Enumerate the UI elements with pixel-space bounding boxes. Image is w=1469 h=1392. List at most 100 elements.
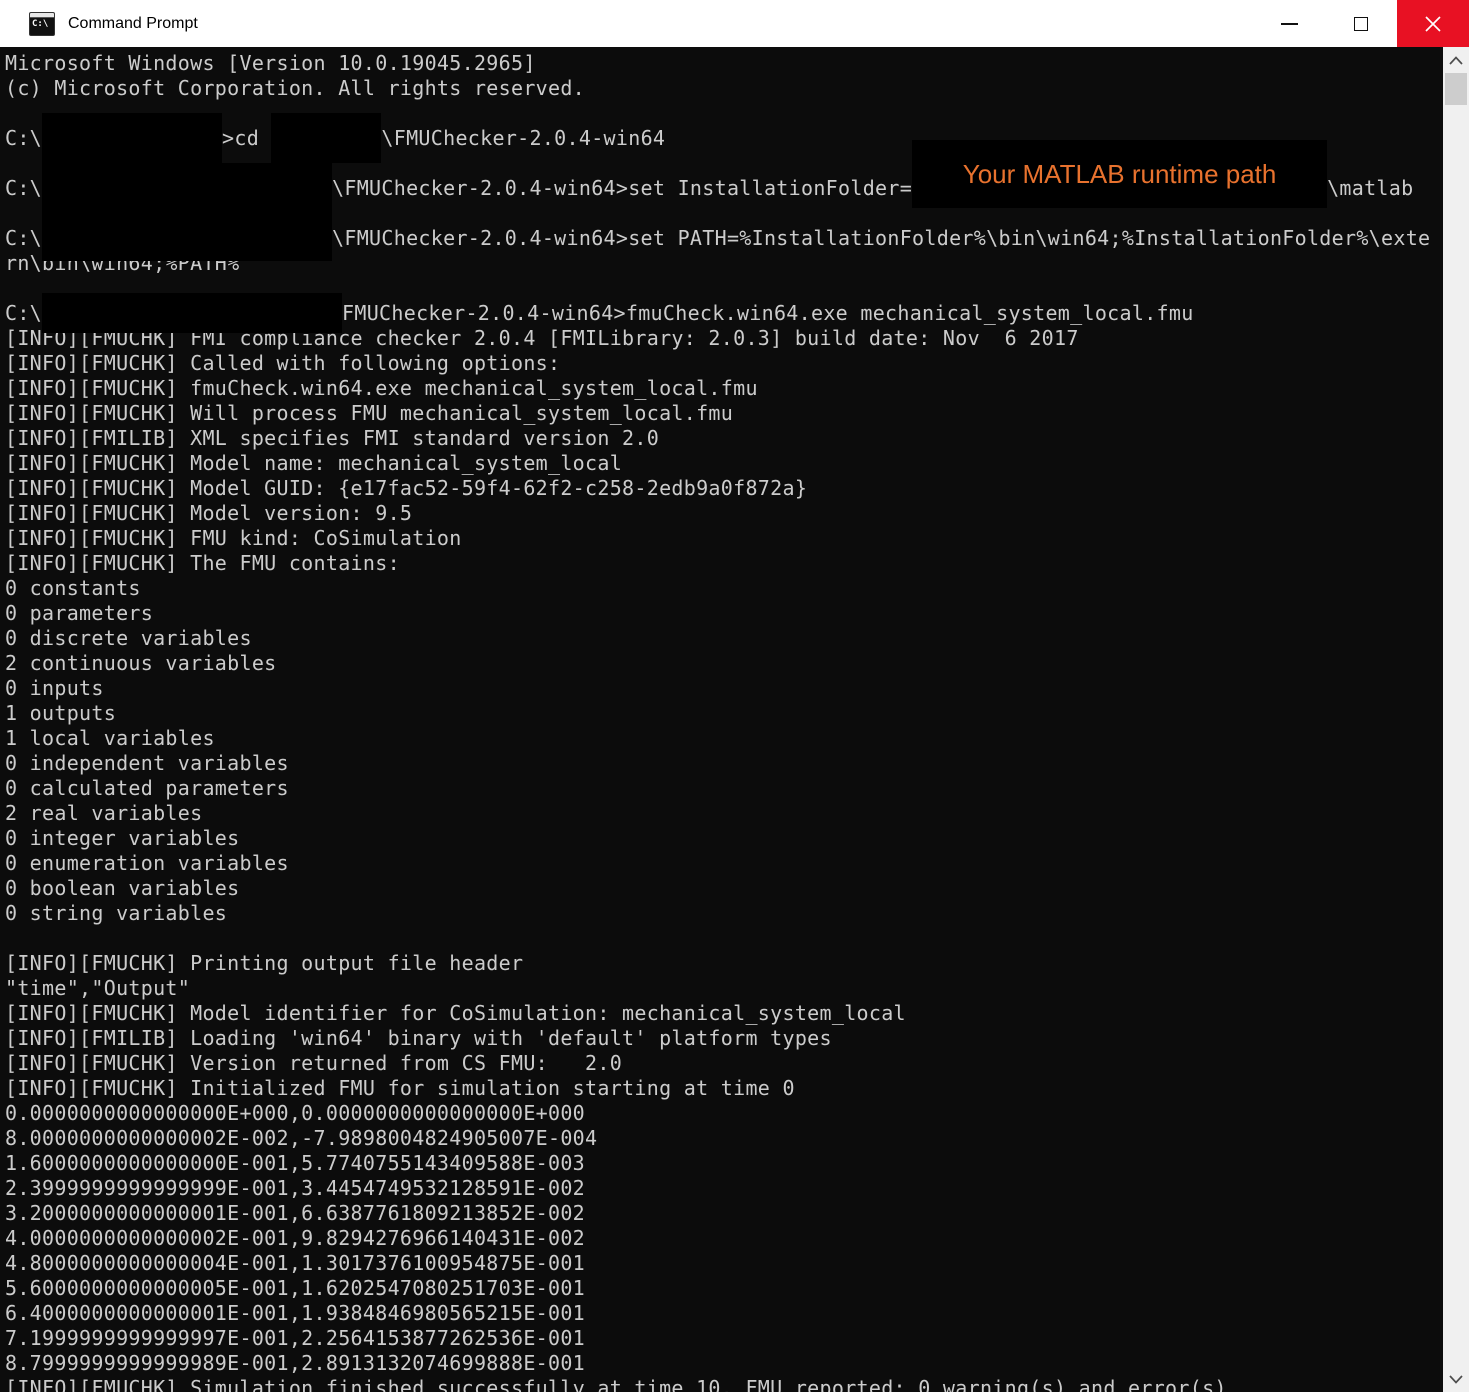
terminal-line: 2 continuous variables — [5, 651, 1443, 676]
minimize-button[interactable] — [1253, 0, 1325, 47]
terminal-line: [INFO][FMUCHK] The FMU contains: — [5, 551, 1443, 576]
terminal-text: 8.0000000000000002E-002,-7.9898004824905… — [5, 1126, 598, 1150]
terminal-text: [INFO][FMUCHK] fmuCheck.win64.exe mechan… — [5, 376, 758, 400]
terminal-line: C:\ \FMUChecker-2.0.4-win64>set PATH=%Ins… — [5, 215, 1443, 261]
terminal-line: [INFO][FMUCHK] Model version: 9.5 — [5, 501, 1443, 526]
terminal-line: 0 constants — [5, 576, 1443, 601]
terminal-line: 7.1999999999999997E-001,2.25641538772625… — [5, 1326, 1443, 1351]
terminal-text: [INFO][FMUCHK] Model identifier for CoSi… — [5, 1001, 906, 1025]
terminal-line: [INFO][FMILIB] Loading 'win64' binary wi… — [5, 1026, 1443, 1051]
terminal-text: 0 enumeration variables — [5, 851, 289, 875]
terminal-text: [INFO][FMUCHK] Model name: mechanical_sy… — [5, 451, 623, 475]
terminal-text: FMUChecker-2.0.4-win64>fmuCheck.win64.ex… — [342, 301, 1194, 325]
terminal-line: 0 calculated parameters — [5, 776, 1443, 801]
terminal-text: 2.3999999999999999E-001,3.44547495321285… — [5, 1176, 586, 1200]
terminal-text: \matlab — [1327, 176, 1414, 200]
terminal-line: 8.7999999999999989E-001,2.89131320746998… — [5, 1351, 1443, 1376]
terminal-line: 1 local variables — [5, 726, 1443, 751]
terminal-line: 0 discrete variables — [5, 626, 1443, 651]
terminal-line: 0 independent variables — [5, 751, 1443, 776]
terminal-text: C:\ — [5, 176, 43, 200]
terminal-text: 2 continuous variables — [5, 651, 277, 675]
terminal-line: 0.0000000000000000E+000,0.00000000000000… — [5, 1101, 1443, 1126]
terminal-text: [INFO][FMUCHK] Model version: 9.5 — [5, 501, 413, 525]
window-title: Command Prompt — [68, 14, 198, 32]
terminal-line: Microsoft Windows [Version 10.0.19045.29… — [5, 51, 1443, 76]
terminal-line: [INFO][FMUCHK] Version returned from CS … — [5, 1051, 1443, 1076]
titlebar[interactable]: C:\ Command Prompt — [0, 0, 1469, 47]
terminal-content: Microsoft Windows [Version 10.0.19045.29… — [5, 51, 1443, 1392]
terminal-text: 0 inputs — [5, 676, 104, 700]
terminal-line: 5.6000000000000005E-001,1.62025470802517… — [5, 1276, 1443, 1301]
terminal-text: [INFO][FMILIB] XML specifies FMI standar… — [5, 426, 660, 450]
terminal-text: 8.7999999999999989E-001,2.89131320746998… — [5, 1351, 586, 1375]
terminal-line: [INFO][FMUCHK] Model identifier for CoSi… — [5, 1001, 1443, 1026]
terminal-line: [INFO][FMUCHK] Will process FMU mechanic… — [5, 401, 1443, 426]
terminal-text: [INFO][FMUCHK] Called with following opt… — [5, 351, 561, 375]
terminal-text: 0 integer variables — [5, 826, 240, 850]
terminal-line: [INFO][FMUCHK] FMU kind: CoSimulation — [5, 526, 1443, 551]
maximize-button[interactable] — [1325, 0, 1397, 47]
terminal-text: \FMUChecker-2.0.4-win64 — [381, 126, 666, 150]
terminal-text: [INFO][FMUCHK] Version returned from CS … — [5, 1051, 623, 1075]
terminal-text: [INFO][FMUCHK] Simulation finished succe… — [5, 1376, 1227, 1392]
terminal-line: 2 real variables — [5, 801, 1443, 826]
terminal-text: 0 string variables — [5, 901, 228, 925]
terminal-text: 0 parameters — [5, 601, 154, 625]
terminal-text: 5.6000000000000005E-001,1.62025470802517… — [5, 1276, 586, 1300]
terminal-text: C:\ — [5, 126, 43, 150]
vertical-scrollbar[interactable] — [1443, 47, 1469, 1392]
redaction-box — [271, 113, 382, 163]
terminal-line: 3.2000000000000001E-001,6.63877618092138… — [5, 1201, 1443, 1226]
terminal-line: [INFO][FMILIB] XML specifies FMI standar… — [5, 426, 1443, 451]
terminal[interactable]: Microsoft Windows [Version 10.0.19045.29… — [0, 47, 1443, 1392]
terminal-text: 0 independent variables — [5, 751, 289, 775]
terminal-text: [INFO][FMILIB] Loading 'win64' binary wi… — [5, 1026, 832, 1050]
scroll-down-button[interactable] — [1443, 1366, 1469, 1392]
terminal-line: C:\ FMUChecker-2.0.4-win64>fmuCheck.win64… — [5, 293, 1443, 333]
maximize-icon — [1354, 16, 1368, 31]
terminal-text: 0 discrete variables — [5, 626, 252, 650]
redaction-box — [42, 215, 333, 261]
terminal-line: 0 string variables — [5, 901, 1443, 926]
terminal-text: 0 boolean variables — [5, 876, 240, 900]
terminal-line: 0 parameters — [5, 601, 1443, 626]
terminal-text: [INFO][FMUCHK] Will process FMU mechanic… — [5, 401, 734, 425]
terminal-text: C:\ — [5, 226, 43, 250]
chevron-down-icon — [1449, 1374, 1463, 1384]
terminal-line: [INFO][FMUCHK] Model name: mechanical_sy… — [5, 451, 1443, 476]
terminal-text: Microsoft Windows [Version 10.0.19045.29… — [5, 51, 536, 75]
cmd-prompt-icon: C:\ — [29, 11, 55, 36]
terminal-text: \FMUChecker-2.0.4-win64>set Installation… — [332, 176, 913, 200]
redaction-box-annotated: Your MATLAB runtime path — [912, 140, 1328, 208]
redaction-box — [42, 163, 333, 230]
scroll-up-button[interactable] — [1443, 47, 1469, 73]
cmd-icon-text: C:\ — [32, 18, 49, 29]
terminal-line: [INFO][FMUCHK] Initialized FMU for simul… — [5, 1076, 1443, 1101]
terminal-text: [INFO][FMUCHK] FMU kind: CoSimulation — [5, 526, 462, 550]
terminal-text: 4.8000000000000004E-001,1.30173761009548… — [5, 1251, 586, 1275]
terminal-line: 0 integer variables — [5, 826, 1443, 851]
terminal-text: [INFO][FMUCHK] Printing output file head… — [5, 951, 524, 975]
terminal-text: [INFO][FMUCHK] Model GUID: {e17fac52-59f… — [5, 476, 808, 500]
minimize-icon — [1280, 22, 1298, 25]
window-controls — [1253, 0, 1469, 47]
redaction-box — [42, 113, 223, 163]
close-button[interactable] — [1397, 0, 1469, 47]
terminal-line: 4.0000000000000002E-001,9.82942769661404… — [5, 1226, 1443, 1251]
terminal-text: 1 local variables — [5, 726, 215, 750]
close-icon — [1425, 15, 1441, 32]
redaction-box — [42, 293, 343, 333]
redaction-annotation: Your MATLAB runtime path — [962, 158, 1277, 189]
terminal-line: 4.8000000000000004E-001,1.30173761009548… — [5, 1251, 1443, 1276]
terminal-line: C:\ \FMUChecker-2.0.4-win64>set Installat… — [5, 140, 1443, 230]
terminal-text: 0 calculated parameters — [5, 776, 289, 800]
terminal-line: [INFO][FMUCHK] fmuCheck.win64.exe mechan… — [5, 376, 1443, 401]
terminal-text: 2 real variables — [5, 801, 203, 825]
terminal-line: 1 outputs — [5, 701, 1443, 726]
terminal-text: 7.1999999999999997E-001,2.25641538772625… — [5, 1326, 586, 1350]
scrollbar-thumb[interactable] — [1445, 73, 1467, 105]
terminal-line: 1.6000000000000000E-001,5.77407551434095… — [5, 1151, 1443, 1176]
terminal-line: 8.0000000000000002E-002,-7.9898004824905… — [5, 1126, 1443, 1151]
